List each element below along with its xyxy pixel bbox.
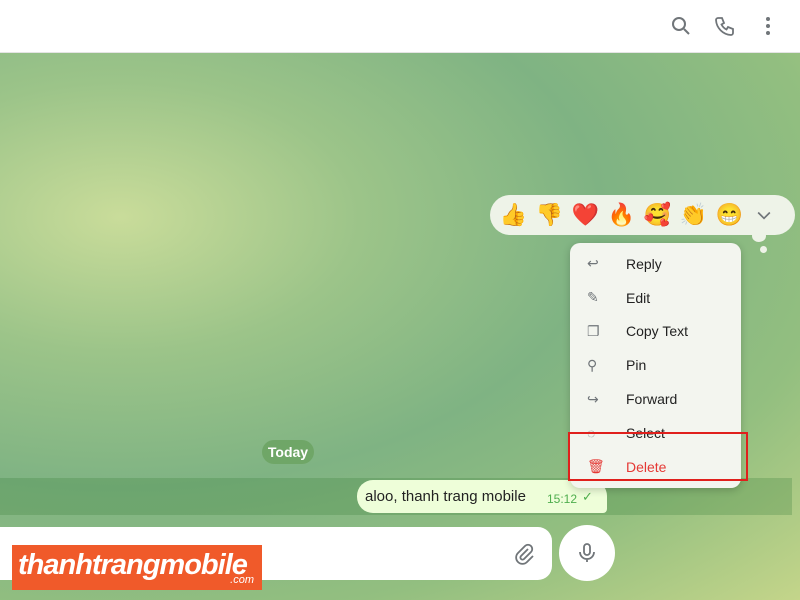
attach-icon[interactable]: [512, 542, 536, 566]
pencil-icon: ✎: [587, 289, 599, 306]
menu-item-edit[interactable]: ✎ Edit: [570, 281, 741, 315]
reaction-bubble-tail-dot: [760, 246, 767, 253]
reaction-thumbs-down[interactable]: 👎: [534, 202, 565, 228]
reaction-bubble-tail: [752, 230, 766, 242]
search-icon[interactable]: [669, 14, 693, 38]
highlight-box: [568, 432, 748, 481]
menu-item-copy-text[interactable]: ❐ Copy Text: [570, 315, 741, 349]
check-icon: ✓: [582, 489, 593, 504]
microphone-icon: [579, 543, 595, 562]
reaction-thumbs-up[interactable]: 👍: [498, 202, 529, 228]
reaction-clap[interactable]: 👏: [678, 202, 709, 228]
watermark-domain: .com: [230, 574, 254, 586]
chevron-down-icon[interactable]: [754, 205, 774, 225]
date-badge: Today: [262, 440, 314, 464]
watermark-logo: thanhtrangmobile .com: [12, 545, 262, 590]
forward-icon: ↪: [587, 390, 599, 407]
message-bubble[interactable]: aloo, thanh trang mobile 15:12 ✓: [357, 480, 607, 513]
voice-button[interactable]: [559, 525, 615, 581]
watermark-name: thanhtrangmobile: [18, 549, 248, 581]
reaction-smiling-hearts[interactable]: 🥰: [642, 202, 673, 228]
copy-icon: ❐: [587, 322, 600, 339]
message-text: aloo, thanh trang mobile: [365, 488, 526, 505]
more-vertical-icon[interactable]: [756, 14, 780, 38]
reaction-grin[interactable]: 😁: [714, 202, 745, 228]
reaction-heart[interactable]: ❤️: [570, 202, 601, 228]
reaction-bar: 👍 👎 ❤️ 🔥 🥰 👏 😁: [490, 195, 795, 235]
menu-item-forward[interactable]: ↪ Forward: [570, 382, 741, 416]
reaction-fire[interactable]: 🔥: [606, 202, 637, 228]
message-time: 15:12: [547, 492, 578, 506]
chat-header: [0, 0, 800, 53]
phone-icon[interactable]: [713, 14, 737, 38]
reply-icon: ↩: [587, 255, 599, 272]
menu-item-pin[interactable]: ⚲ Pin: [570, 348, 741, 382]
pin-icon: ⚲: [587, 356, 598, 373]
menu-item-reply[interactable]: ↩ Reply: [570, 247, 741, 281]
